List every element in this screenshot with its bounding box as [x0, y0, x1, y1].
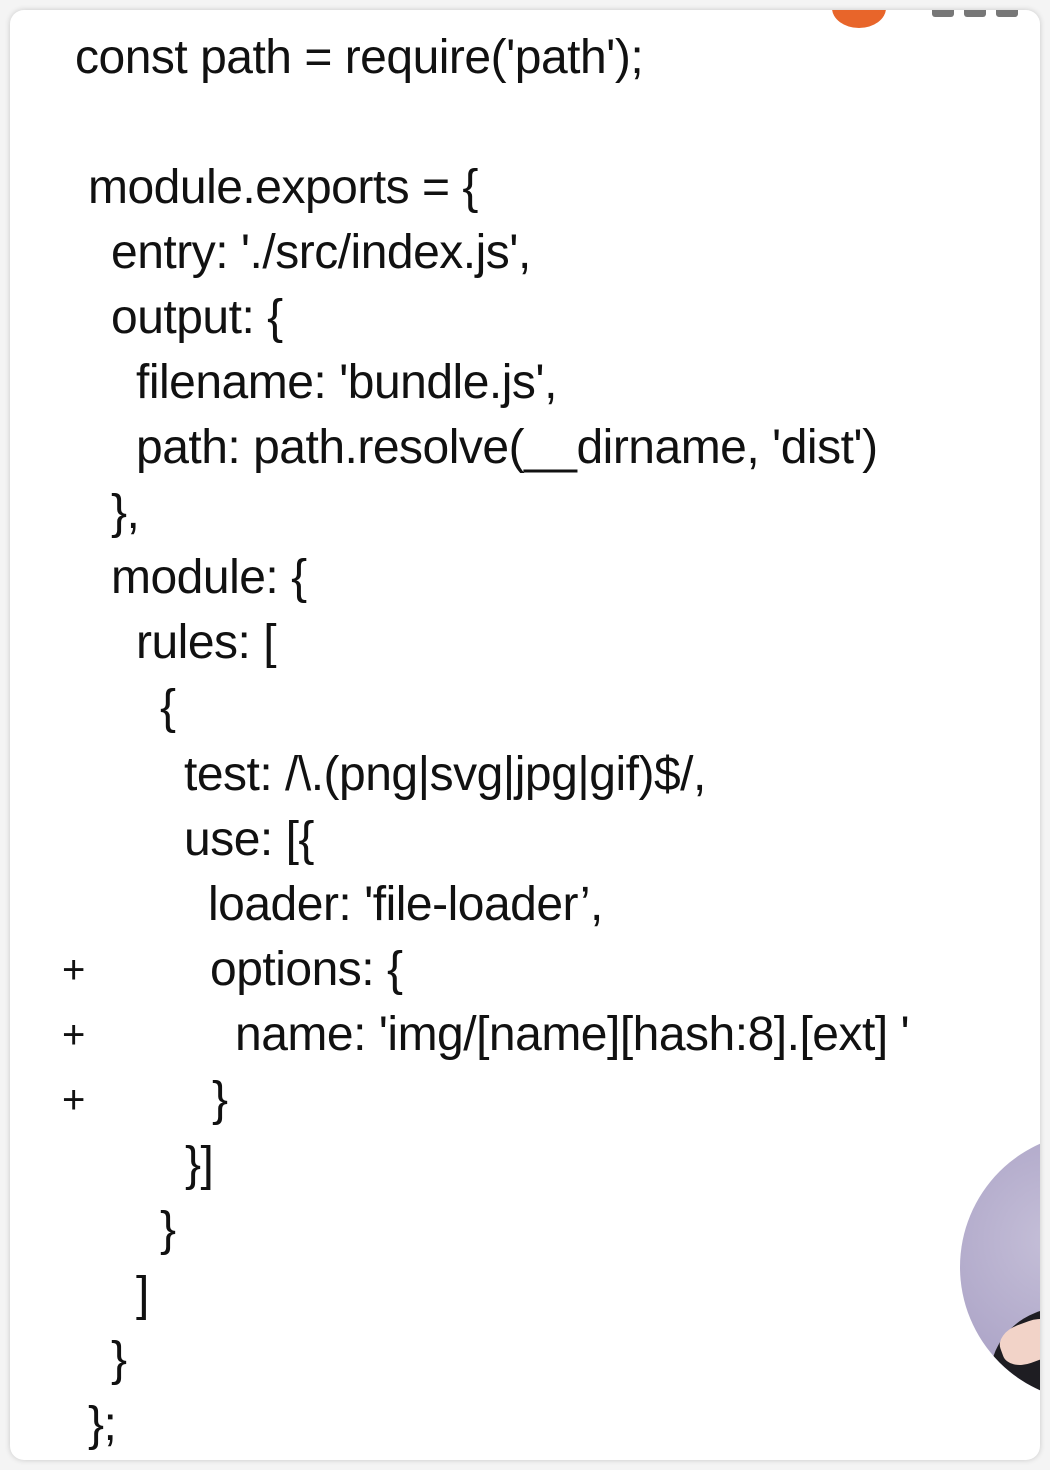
code-block: const path = require('path'); module.exp…	[10, 10, 1040, 1460]
code-line: }	[160, 1203, 176, 1256]
code-line: },	[111, 486, 140, 539]
code-line: ]	[136, 1268, 149, 1321]
code-line: const path = require('path');	[75, 31, 644, 84]
code-line: options: {	[210, 943, 403, 996]
code-line: entry: './src/index.js',	[111, 226, 531, 279]
slide-frame: const path = require('path'); module.exp…	[10, 10, 1040, 1460]
code-line: }	[111, 1333, 127, 1386]
diff-added-marker: +	[62, 948, 86, 992]
code-line: test: /\.(png|svg|jpg|gif)$/,	[184, 748, 706, 801]
code-line: use: [{	[184, 813, 314, 866]
code-line: loader: 'file-loader’,	[208, 878, 603, 931]
code-line: rules: [	[136, 616, 277, 669]
code-line: filename: 'bundle.js',	[136, 356, 557, 409]
diff-added-marker: +	[62, 1013, 86, 1057]
code-line: path: path.resolve(__dirname, 'dist')	[136, 421, 878, 474]
diff-added-marker: +	[62, 1078, 86, 1122]
code-line: }]	[185, 1138, 214, 1191]
code-line: output: {	[111, 291, 283, 344]
code-line: };	[88, 1398, 117, 1451]
code-line: }	[212, 1073, 228, 1126]
code-line: module: {	[111, 551, 307, 604]
code-line: {	[160, 681, 176, 734]
code-line: name: 'img/[name][hash:8].[ext] '	[235, 1008, 910, 1061]
code-line: module.exports = {	[88, 161, 478, 214]
